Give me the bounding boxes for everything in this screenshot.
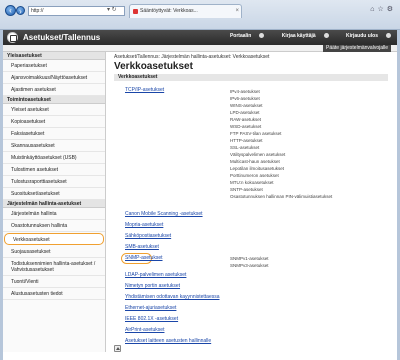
snmp-sub-v1: SNMPv1-asetukset [230,256,269,261]
sidebar-item-network[interactable]: Verkkoasetukset [4,233,104,245]
portal-link[interactable]: Portaalin [222,33,265,39]
breadcrumb: Asetukset/Tallennus: Järjestelmän hallin… [114,54,270,60]
sidebar-item-paper[interactable]: Paperiasetukset [3,60,105,72]
tcpip-sub-ftp: FTP PASV-tilan asetukset [230,131,282,136]
sidebar-item-copy[interactable]: Kopioasetukset [3,116,105,128]
tcpip-sub-ssl: SSL-asetukset [230,145,260,150]
logout-link[interactable]: Kirjaudu ulos [338,33,391,39]
sidebar-item-display[interactable]: Ajansvoimakkuus/Näyttöasetukset [3,72,105,84]
tcpip-sub-sleep: Lepotilan ilmoitusasetukset [230,166,285,171]
mopria-link[interactable]: Mopria-asetukset [125,222,163,228]
airprint-link[interactable]: AirPrint-asetukset [125,327,164,333]
logout-icon [386,33,391,39]
smb-settings-link[interactable]: SMB-asetukset [125,244,159,250]
admin-bar: Pääte järjestelmänvalvojalle [3,45,397,52]
tab-title: Sääntöyttyvät: Verkkoas... [140,8,198,14]
user-icon [323,33,329,39]
login-user-link[interactable]: Kirjaa käyttäjä [274,33,329,39]
tcpip-sub-wins: WINS-asetukset [230,103,263,108]
sidebar-item-timer[interactable]: Ajastimen asetukset [3,84,105,96]
app-title: Asetukset/Tallennus [23,33,101,42]
ethernet-driver-link[interactable]: Ethernet-ajuriasetukset [125,305,176,311]
snmp-sub-v3: SNMPv3-asetukset [230,263,269,268]
sidebar-section-general: Yleisasetukset [3,52,105,60]
header-links: Portaalin Kirjaa käyttäjä Kirjaudu ulos [214,33,391,39]
tcpip-sub-multicast: Multicast-haun asetukset [230,159,280,164]
sidebar-item-department-id[interactable]: Osastotunnuksen hallinta [3,220,105,232]
app-header: Asetukset/Tallennus Portaalin Kirjaa käy… [3,30,397,45]
tcpip-sub-raw: RAW-asetukset [230,117,262,122]
tcpip-sub-pin-cache: Osastotunnuksen hallinnan PIN-välimuisti… [230,194,333,199]
sidebar-section-function: Toimintoasetukset [3,96,105,104]
sidebar-section-system: Järjestelmän hallinta-asetukset [3,200,105,208]
sidebar-item-printer[interactable]: Tulostimen asetukset [3,164,105,176]
tcpip-sub-wsd: WSD-asetukset [230,124,262,129]
portal-icon [259,33,265,39]
browser-tab[interactable]: Sääntöyttyvät: Verkkoas... × [129,4,242,18]
sidebar-item-security[interactable]: Suojausasetukset [3,246,105,258]
tab-favicon-icon [133,9,138,14]
canon-mobile-scanning-link[interactable]: Canon Mobile Scanning -asetukset [125,211,203,217]
sidebar: Yleisasetukset Paperiasetukset Ajansvoim… [3,52,106,352]
settings-logo-icon [7,32,18,43]
tab-close-icon[interactable]: × [235,5,239,18]
startup-wait-link[interactable]: Yhdistämisen odottavan kayynnistettaessa [125,294,220,300]
sidebar-item-common[interactable]: Yleiset asetukset [3,104,105,116]
sidebar-item-fax[interactable]: Faksiasetukset [3,128,105,140]
tcpip-sub-ipv6: IPv6-asetukset [230,96,260,101]
back-button[interactable]: ‹ [5,5,16,16]
sidebar-item-memory[interactable]: Muistinkäyttöasetukset (USB) [3,152,105,164]
scroll-to-top-icon[interactable] [114,345,121,352]
tcpip-sub-proxy: Välityspalvelimen asetukset [230,152,286,157]
ldap-settings-link[interactable]: LDAP-palvelimen asetukset [125,272,186,278]
tcpip-sub-sntp: SNTP-asetukset [230,187,263,192]
tcpip-sub-ipv4: IPv4-asetukset [230,89,260,94]
sidebar-item-favorites[interactable]: Suositukset/asetukset [3,188,105,200]
sidebar-item-report[interactable]: Tulostusraporttiasetukset [3,176,105,188]
page-title: Verkkoasetukset [114,61,193,72]
sidebar-item-scan[interactable]: Skannausasetukset [3,140,105,152]
browser-toolbar-icons[interactable]: ⌂☆⚙ [370,5,396,13]
tcpip-settings-link[interactable]: TCP/IP-asetukset [125,87,164,93]
ieee8021x-link[interactable]: IEEE 802.1X -asetukset [125,316,178,322]
named-port-link[interactable]: Nimetyn portin asetukset [125,283,180,289]
tcpip-sub-lpd: LPD-asetukset [230,110,260,115]
snmp-settings-link[interactable]: SNMP-asetukset [125,255,163,261]
sidebar-item-init[interactable]: Alustusasetusten tiedot [3,288,105,300]
address-refresh-icon[interactable]: ▾ ↻ [107,6,117,13]
tcpip-sub-http: HTTP-asetukset [230,138,263,143]
sidebar-item-certificates[interactable]: Todistuksennimien hallinta-asetukset / V… [3,258,105,276]
admin-mode-label: Pääte järjestelmänvalvojalle [323,45,391,52]
tcpip-sub-port: Porttinumeron asetukset [230,173,279,178]
section-header: Verkkoasetukset [114,74,388,81]
sidebar-item-import-export[interactable]: Tuonti/Vienti [3,276,105,288]
email-settings-link[interactable]: Sähköpostiasetukset [125,233,171,239]
device-management-link[interactable]: Asetukset laitteen asetusten hallinnalle [125,338,211,344]
forward-button[interactable]: › [16,6,25,16]
browser-chrome: ‹ › http:// ▾ ↻ Sääntöyttyvät: Verkkoas.… [0,0,400,30]
sidebar-item-system-management[interactable]: Järjestelmän hallinta [3,208,105,220]
tcpip-sub-mtu: MTU:n kokoasetukset [230,180,274,185]
